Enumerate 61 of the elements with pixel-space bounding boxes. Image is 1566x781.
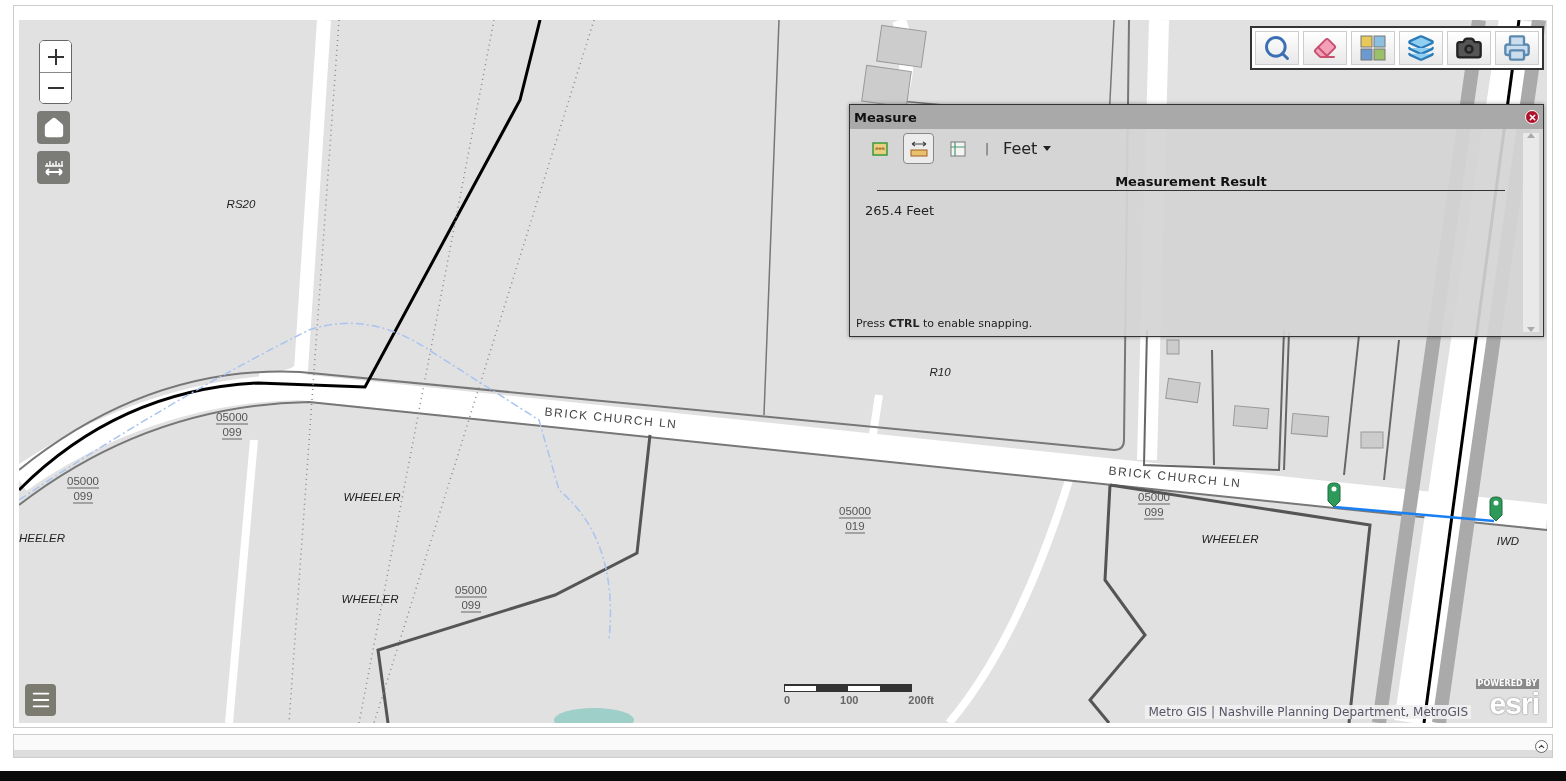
close-icon [1527,112,1537,122]
separator: | [985,141,990,156]
snapping-hint: Press CTRL to enable snapping. [856,317,1034,330]
measure-button[interactable] [37,151,70,184]
plus-icon [47,48,64,65]
parcel-number: 099 [222,425,242,440]
parcel-number: 05000 [839,504,871,519]
area-measure-icon [870,139,889,158]
zoning-label: R10 [929,366,951,378]
scroll-up-icon [1527,133,1535,138]
layers-icon [1407,34,1435,62]
street-label: BRICK CHURCH LN [1108,463,1242,491]
scale-label: 200ft [908,694,934,706]
location-icon [948,139,967,158]
zoning-label: RS20 [226,198,256,210]
result-heading: Measurement Result [877,174,1505,191]
distance-measure-icon [908,139,929,158]
owner-label: WHEELER [1201,533,1259,545]
building-footprint [1232,405,1270,430]
logo-caption: POWERED BY [1475,679,1539,689]
map-pin-icon [1489,496,1503,522]
parcel-number: 099 [1144,505,1164,520]
scale-label: 100 [840,694,859,706]
home-icon [42,116,65,139]
building-footprint [1166,339,1180,355]
print-icon [1503,34,1531,62]
parcel-number: 05000 [67,474,99,489]
measurement-result: 265.4 Feet [865,203,936,218]
building-footprint [1165,377,1201,404]
building-footprint [1360,431,1384,449]
parcel-number: 05000 [216,410,248,425]
caret-icon [1043,146,1052,151]
search-icon [1263,34,1291,62]
scrollbar[interactable] [1523,133,1539,332]
building-footprint [876,24,927,68]
map-pin-icon [1327,482,1341,508]
unit-dropdown[interactable]: Feet [1001,139,1054,158]
eraser-icon [1313,36,1337,60]
owner-label: IWD [1496,535,1520,547]
parcel-number: 099 [73,489,93,504]
parcel-number: 019 [845,519,865,534]
zoom-out-button[interactable] [40,72,71,103]
owner-label: HEELER [19,532,66,544]
parcel-number: 05000 [455,583,487,598]
close-button[interactable] [1525,110,1539,124]
menu-button[interactable] [25,684,56,716]
street-label: BRICK CHURCH LN [544,404,678,432]
scale-label: 0 [784,694,791,706]
home-button[interactable] [37,111,70,144]
minus-icon [47,87,64,89]
basemap-gallery-icon [1360,35,1386,61]
expand-button[interactable] [1535,739,1548,753]
building-footprint [1290,413,1330,438]
parcel-number: 099 [461,598,481,613]
panel-title: Measure [854,109,917,125]
owner-label: WHEELER [341,593,399,605]
scroll-down-icon [1527,327,1535,332]
owner-label: WHEELER [343,491,401,503]
measure-tool-button[interactable] [903,133,934,164]
toolbar-button[interactable] [1447,31,1491,65]
attribution: Metro GIS | Nashville Planning Department, MetroGIS [1145,705,1471,719]
